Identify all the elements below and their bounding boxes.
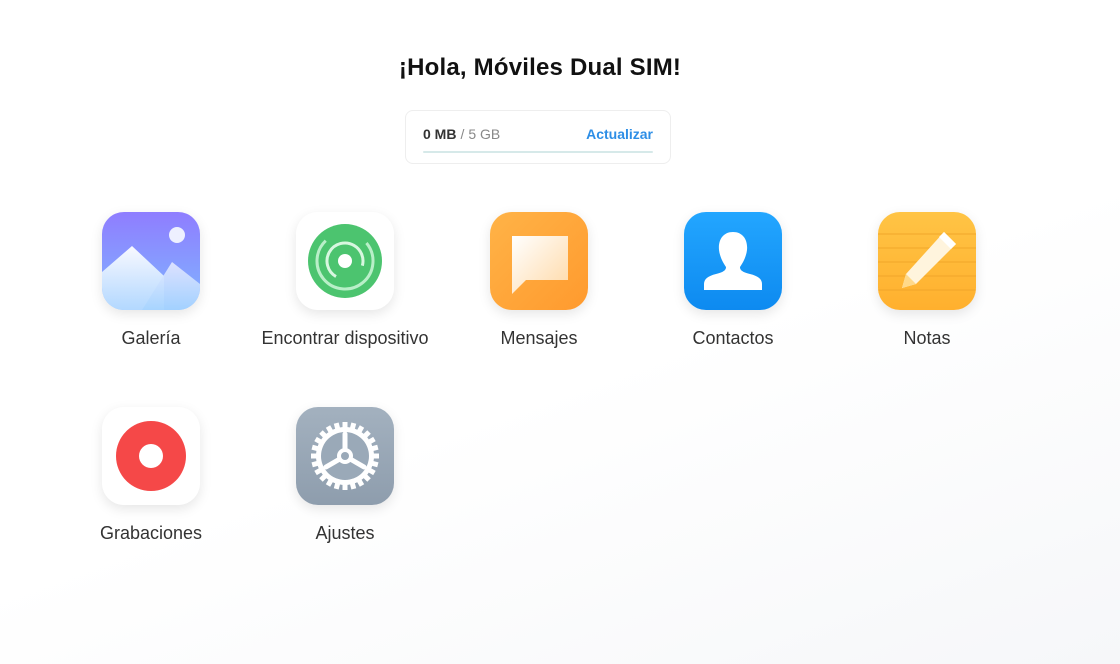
- notes-icon: [878, 212, 976, 310]
- app-contacts[interactable]: Contactos: [636, 212, 830, 362]
- app-label-gallery: Galería: [121, 328, 181, 348]
- recorder-icon: [102, 407, 200, 505]
- storage-total: 5 GB: [468, 126, 501, 142]
- storage-separator: /: [460, 126, 465, 142]
- app-label-find-device: Encontrar dispositivo: [261, 328, 429, 348]
- app-recorder[interactable]: Grabaciones: [54, 407, 248, 557]
- app-label-contacts: Contactos: [692, 328, 774, 348]
- settings-icon: [296, 407, 394, 505]
- app-label-recorder: Grabaciones: [99, 523, 203, 543]
- storage-used: 0 MB: [423, 126, 457, 142]
- app-messages[interactable]: Mensajes: [442, 212, 636, 362]
- app-settings[interactable]: Ajustes: [248, 407, 442, 557]
- messages-icon: [490, 212, 588, 310]
- app-label-settings: Ajustes: [315, 523, 375, 543]
- find-device-icon: [296, 212, 394, 310]
- gallery-icon: [102, 212, 200, 310]
- cloud-home-page: ¡Hola, Móviles Dual SIM! 0 MB/5 GB Actua…: [0, 0, 1120, 664]
- contacts-icon: [684, 212, 782, 310]
- storage-card: 0 MB/5 GB Actualizar: [405, 110, 671, 164]
- app-gallery[interactable]: Galería: [54, 212, 248, 362]
- update-storage-link[interactable]: Actualizar: [586, 125, 653, 143]
- app-label-notes: Notas: [903, 328, 951, 348]
- page-title: ¡Hola, Móviles Dual SIM!: [398, 54, 682, 81]
- app-notes[interactable]: Notas: [830, 212, 1024, 362]
- storage-progress-bar: [423, 151, 653, 153]
- app-label-messages: Mensajes: [500, 328, 578, 348]
- storage-row: 0 MB/5 GB Actualizar: [423, 125, 653, 143]
- app-find-device[interactable]: Encontrar dispositivo: [248, 212, 442, 362]
